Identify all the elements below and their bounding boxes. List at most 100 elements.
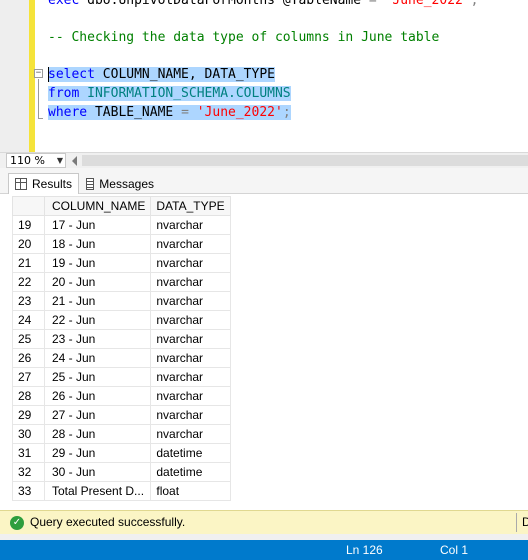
table-row[interactable]: 22 20 - Jun nvarchar bbox=[12, 272, 231, 292]
column-name-cell[interactable]: 29 - Jun bbox=[43, 443, 152, 463]
row-number-cell[interactable]: 25 bbox=[12, 329, 45, 349]
messages-icon bbox=[86, 177, 95, 190]
code-line-where[interactable]: where TABLE_NAME = 'June_2022'; bbox=[48, 103, 291, 122]
row-number-cell[interactable]: 23 bbox=[12, 291, 45, 311]
results-table[interactable]: COLUMN_NAME DATA_TYPE 19 17 - Jun nvarchar… bbox=[12, 196, 231, 501]
row-number-cell[interactable]: 32 bbox=[12, 462, 45, 482]
table-row[interactable]: 33 Total Present D... float bbox=[12, 481, 231, 501]
tab-messages-label: Messages bbox=[99, 176, 154, 191]
column-header-column-name[interactable]: COLUMN_NAME bbox=[43, 196, 152, 216]
zoom-dropdown[interactable]: 110 % ▼ bbox=[6, 153, 66, 168]
data-type-cell[interactable]: nvarchar bbox=[150, 234, 231, 254]
data-type-cell[interactable]: nvarchar bbox=[150, 215, 231, 235]
row-number-cell[interactable]: 30 bbox=[12, 424, 45, 444]
keyword-select: select bbox=[48, 67, 95, 82]
row-number-header[interactable] bbox=[12, 196, 45, 216]
chevron-down-icon[interactable]: ▼ bbox=[57, 154, 63, 167]
table-row[interactable]: 24 22 - Jun nvarchar bbox=[12, 310, 231, 330]
column-name-cell[interactable]: 17 - Jun bbox=[43, 215, 152, 235]
horizontal-scrollbar[interactable] bbox=[82, 155, 528, 166]
code-line-exec[interactable]: exec dbo.UnpivotDataForMonths @TableName… bbox=[48, 0, 479, 10]
column-name-cell[interactable]: 24 - Jun bbox=[43, 348, 152, 368]
procedure-name: dbo.UnpivotDataForMonths bbox=[79, 0, 283, 8]
row-number-cell[interactable]: 28 bbox=[12, 386, 45, 406]
table-row[interactable]: 27 25 - Jun nvarchar bbox=[12, 367, 231, 387]
data-type-cell[interactable]: nvarchar bbox=[150, 253, 231, 273]
row-number-cell[interactable]: 29 bbox=[12, 405, 45, 425]
data-type-cell[interactable]: float bbox=[150, 481, 231, 501]
table-row[interactable]: 21 19 - Jun nvarchar bbox=[12, 253, 231, 273]
row-number-cell[interactable]: 20 bbox=[12, 234, 45, 254]
column-name-cell[interactable]: 20 - Jun bbox=[43, 272, 152, 292]
where-column: TABLE_NAME bbox=[87, 105, 182, 120]
row-number-cell[interactable]: 31 bbox=[12, 443, 45, 463]
statement-terminator: ; bbox=[470, 0, 479, 8]
column-name-cell[interactable]: 28 - Jun bbox=[43, 424, 152, 444]
table-row[interactable]: 29 27 - Jun nvarchar bbox=[12, 405, 231, 425]
table-row[interactable]: 23 21 - Jun nvarchar bbox=[12, 291, 231, 311]
outline-line bbox=[38, 79, 39, 119]
row-number-cell[interactable]: 21 bbox=[12, 253, 45, 273]
collapse-icon[interactable]: − bbox=[34, 69, 43, 78]
data-type-cell[interactable]: datetime bbox=[150, 462, 231, 482]
column-name-cell[interactable]: 22 - Jun bbox=[43, 310, 152, 330]
query-status-message: Query executed successfully. bbox=[30, 515, 186, 529]
column-name-cell[interactable]: 18 - Jun bbox=[43, 234, 152, 254]
table-row[interactable]: 28 26 - Jun nvarchar bbox=[12, 386, 231, 406]
data-type-cell[interactable]: nvarchar bbox=[150, 386, 231, 406]
table-row[interactable]: 25 23 - Jun nvarchar bbox=[12, 329, 231, 349]
table-row[interactable]: 31 29 - Jun datetime bbox=[12, 443, 231, 463]
data-type-cell[interactable]: nvarchar bbox=[150, 291, 231, 311]
column-name-cell[interactable]: 25 - Jun bbox=[43, 367, 152, 387]
data-type-cell[interactable]: datetime bbox=[150, 443, 231, 463]
query-editor[interactable]: − exec dbo.UnpivotDataForMonths @TableNa… bbox=[0, 0, 528, 152]
select-columns: COLUMN_NAME, DATA_TYPE bbox=[94, 67, 275, 82]
header-row: COLUMN_NAME DATA_TYPE bbox=[12, 196, 231, 216]
table-row[interactable]: 32 30 - Jun datetime bbox=[12, 462, 231, 482]
table-row[interactable]: 19 17 - Jun nvarchar bbox=[12, 215, 231, 235]
data-type-cell[interactable]: nvarchar bbox=[150, 405, 231, 425]
column-name-cell[interactable]: 26 - Jun bbox=[43, 386, 152, 406]
equals-operator: = bbox=[181, 105, 189, 120]
column-name-cell[interactable]: 23 - Jun bbox=[43, 329, 152, 349]
row-number-cell[interactable]: 19 bbox=[12, 215, 45, 235]
data-type-cell[interactable]: nvarchar bbox=[150, 329, 231, 349]
data-type-cell[interactable]: nvarchar bbox=[150, 348, 231, 368]
zoom-value: 110 % bbox=[10, 154, 45, 167]
column-name-cell[interactable]: Total Present D... bbox=[43, 481, 152, 501]
data-type-cell[interactable]: nvarchar bbox=[150, 310, 231, 330]
status-divider bbox=[516, 513, 517, 532]
scroll-left-icon[interactable] bbox=[72, 156, 77, 166]
results-grid[interactable]: COLUMN_NAME DATA_TYPE 19 17 - Jun nvarchar… bbox=[0, 194, 528, 510]
tab-messages[interactable]: Messages bbox=[80, 173, 160, 194]
row-number-cell[interactable]: 26 bbox=[12, 348, 45, 368]
table-row[interactable]: 30 28 - Jun nvarchar bbox=[12, 424, 231, 444]
column-header-data-type[interactable]: DATA_TYPE bbox=[150, 196, 231, 216]
table-row[interactable]: 20 18 - Jun nvarchar bbox=[12, 234, 231, 254]
row-number-cell[interactable]: 22 bbox=[12, 272, 45, 292]
editor-status-bar: Ln 126 Col 1 bbox=[0, 540, 528, 560]
data-type-cell[interactable]: nvarchar bbox=[150, 424, 231, 444]
column-name-cell[interactable]: 21 - Jun bbox=[43, 291, 152, 311]
column-name-cell[interactable]: 19 - Jun bbox=[43, 253, 152, 273]
results-tab-strip: Results Messages bbox=[0, 168, 528, 194]
data-type-cell[interactable]: nvarchar bbox=[150, 367, 231, 387]
tab-results[interactable]: Results bbox=[8, 173, 79, 194]
data-type-cell[interactable]: nvarchar bbox=[150, 272, 231, 292]
column-name-cell[interactable]: 30 - Jun bbox=[43, 462, 152, 482]
code-line-comment[interactable]: -- Checking the data type of columns in … bbox=[48, 28, 439, 47]
code-line-select[interactable]: select COLUMN_NAME, DATA_TYPE bbox=[48, 65, 275, 84]
operator: = bbox=[361, 0, 385, 8]
statement-terminator: ; bbox=[282, 105, 291, 120]
row-number-cell[interactable]: 27 bbox=[12, 367, 45, 387]
column-name-cell[interactable]: 27 - Jun bbox=[43, 405, 152, 425]
check-circle-icon: ✓ bbox=[10, 516, 24, 530]
keyword-where: where bbox=[48, 105, 88, 120]
table-row[interactable]: 26 24 - Jun nvarchar bbox=[12, 348, 231, 368]
tab-results-label: Results bbox=[31, 177, 72, 191]
code-line-from[interactable]: from INFORMATION_SCHEMA.COLUMNS bbox=[48, 84, 291, 103]
line-number-indicator: Ln 126 bbox=[346, 543, 383, 557]
row-number-cell[interactable]: 33 bbox=[12, 481, 45, 501]
outline-line-end bbox=[38, 118, 43, 119]
row-number-cell[interactable]: 24 bbox=[12, 310, 45, 330]
